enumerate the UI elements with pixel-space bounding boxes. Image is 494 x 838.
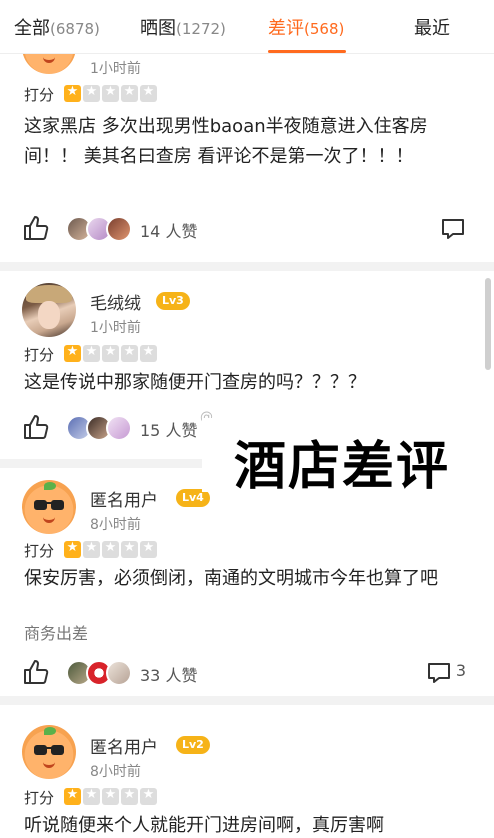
star-icon	[83, 540, 100, 558]
avatar[interactable]	[22, 725, 76, 779]
star-icon	[140, 84, 157, 102]
tab-all-count: (6878)	[50, 20, 100, 38]
tab-photos[interactable]: 晒图(1272)	[140, 14, 226, 40]
tab-recent[interactable]: 最近	[414, 14, 450, 40]
rating-label: 打分	[24, 86, 55, 104]
review-page: 全部(6878) 晒图(1272) 差评(568) 最近 1小时前 打分 ★ ★…	[0, 0, 494, 838]
scrollbar[interactable]	[485, 278, 491, 370]
leaf-shape	[44, 727, 56, 735]
review-card: 1小时前 打分 这家黑店 多次出现男性baoan半夜随意进入住客房间！！ 美其名…	[0, 20, 494, 262]
review-actions: 14 人赞	[0, 214, 494, 246]
star-rating	[64, 540, 157, 558]
overlay-caption: 酒店差评	[234, 437, 451, 497]
username[interactable]: 匿名用户	[90, 733, 158, 758]
thumbs-up-icon[interactable]	[22, 214, 50, 242]
review-text: 这是传说中那家随便开门查房的吗？？？？	[24, 372, 366, 393]
divider	[0, 696, 494, 705]
level-badge: Lv2	[176, 736, 210, 754]
username[interactable]: 匿名用户	[90, 486, 158, 511]
avatar-mouth	[43, 517, 55, 523]
avatar[interactable]	[22, 480, 76, 534]
tab-negative-count: (568)	[304, 20, 345, 38]
rating-label: 打分	[24, 789, 55, 807]
liker-avatar[interactable]	[106, 216, 132, 242]
divider	[0, 262, 494, 271]
star-icon	[83, 84, 100, 102]
tab-photos-label: 晒图	[140, 18, 176, 39]
username[interactable]: 毛绒绒	[90, 289, 141, 314]
tab-all[interactable]: 全部(6878)	[14, 14, 100, 40]
like-count: 14 人赞	[140, 222, 198, 241]
star-icon	[121, 84, 138, 102]
star-icon	[64, 84, 81, 102]
tab-all-label: 全部	[14, 18, 50, 39]
star-icon	[102, 344, 119, 362]
caption-overlay: 酒店差评	[202, 418, 494, 497]
star-icon	[102, 540, 119, 558]
avatar-mouth	[43, 57, 55, 63]
review-time: 8小时前	[90, 764, 141, 780]
sunglasses-icon	[34, 500, 64, 510]
review-time: 1小时前	[90, 320, 141, 336]
review-filter-tabs: 全部(6878) 晒图(1272) 差评(568) 最近	[0, 0, 494, 54]
review-time: 8小时前	[90, 517, 141, 533]
review-card: 匿名用户 Lv4 8小时前 打分 保安厉害，必须倒闭，南通的文明城市今年也算了吧…	[0, 468, 494, 696]
trip-type-tag: 商务出差	[24, 624, 89, 643]
star-rating	[64, 787, 157, 805]
review-text: 听说随便来个人就能开门进房间啊，真厉害啊	[24, 815, 384, 836]
review-actions: 33 人赞 3	[0, 658, 494, 690]
thumbs-up-icon[interactable]	[22, 658, 50, 686]
star-icon	[121, 344, 138, 362]
star-icon	[83, 344, 100, 362]
star-icon	[140, 344, 157, 362]
star-icon	[64, 540, 81, 558]
rating-label: 打分	[24, 542, 55, 560]
leaf-shape	[44, 482, 56, 490]
star-icon	[102, 787, 119, 805]
avatar-mouth	[43, 762, 55, 768]
star-rating	[64, 344, 157, 362]
star-icon	[64, 344, 81, 362]
tab-recent-label: 最近	[414, 18, 450, 39]
review-text: 这家黑店 多次出现男性baoan半夜随意进入住客房间！！ 美其名曰查房 看评论不…	[24, 116, 428, 167]
rating-label: 打分	[24, 346, 55, 364]
comment-icon[interactable]	[440, 216, 466, 242]
thumbs-up-icon[interactable]	[22, 413, 50, 441]
comment-icon[interactable]	[426, 660, 452, 686]
level-badge: Lv3	[156, 292, 190, 310]
tab-negative[interactable]: 差评(568)	[268, 14, 344, 40]
avatar-face	[38, 301, 60, 329]
tab-photos-count: (1272)	[176, 20, 226, 38]
review-card: 匿名用户 Lv2 8小时前 打分 听说随便来个人就能开门进房间啊，真厉害啊	[0, 705, 494, 838]
star-icon	[140, 540, 157, 558]
review-text: 保安厉害，必须倒闭，南通的文明城市今年也算了吧	[24, 568, 438, 589]
comment-count: 3	[455, 661, 466, 680]
tab-negative-label: 差评	[268, 18, 304, 39]
star-icon	[83, 787, 100, 805]
active-tab-indicator	[268, 50, 346, 53]
star-icon	[140, 787, 157, 805]
like-count: 33 人赞	[140, 666, 198, 685]
sunglasses-icon	[34, 745, 64, 755]
like-count: 15 人赞	[140, 421, 198, 440]
liker-avatar[interactable]	[106, 660, 132, 686]
star-icon	[121, 787, 138, 805]
review-time: 1小时前	[90, 61, 141, 77]
star-icon	[64, 787, 81, 805]
avatar[interactable]	[22, 283, 76, 337]
star-icon	[121, 540, 138, 558]
star-rating	[64, 84, 157, 102]
liker-avatar[interactable]	[106, 415, 132, 441]
star-icon	[102, 84, 119, 102]
